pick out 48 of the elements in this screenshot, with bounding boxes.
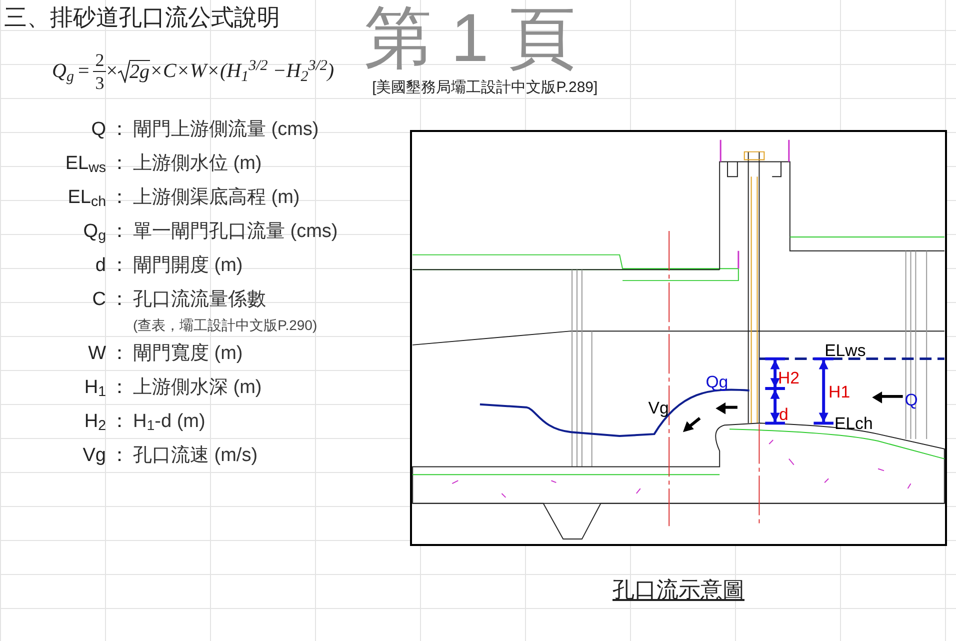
colon-mark: ： <box>109 342 130 366</box>
variable-symbol: H$_{1}$ <box>83 376 106 402</box>
variable-symbol: W <box>87 342 106 366</box>
variable-description: 單一閘門孔口流量 (cms) <box>133 220 338 244</box>
variable-description: 上游側渠底高程 (m) <box>133 186 300 210</box>
flow-label: Q <box>904 390 918 410</box>
variable-symbol: Q <box>90 118 106 142</box>
variable-description: H$_{1}$-d (m) <box>133 410 206 436</box>
variable-description: 上游側水位 (m) <box>133 152 262 176</box>
flow-arrow <box>716 402 738 414</box>
variable-description: 閘門寬度 (m) <box>133 342 243 366</box>
colon-mark: ： <box>109 410 130 434</box>
square-root-icon <box>118 59 130 83</box>
depth-label: H1 <box>828 382 850 402</box>
flow-arrow <box>872 391 903 404</box>
variable-symbol: d <box>94 254 106 278</box>
reference-note: [美國墾務局壩工設計中文版P.289] <box>372 78 598 98</box>
flow-label: Vg <box>648 398 669 418</box>
colon-mark: ： <box>109 186 130 210</box>
flow-arrow <box>682 417 701 432</box>
colon-mark: ： <box>109 444 130 468</box>
colon-mark: ： <box>109 220 130 244</box>
variable-description: 閘門上游側流量 (cms) <box>133 118 319 142</box>
variable-description: 上游側水深 (m) <box>133 376 262 400</box>
variable-description: 孔口流流量係數 <box>133 288 266 312</box>
flow-label: Qg <box>706 372 728 392</box>
variable-description: 閘門開度 (m) <box>133 254 243 278</box>
section-title: 三、排砂道孔口流公式說明 <box>3 4 281 32</box>
dimension-arrow <box>764 387 786 425</box>
depth-label: d <box>779 405 788 424</box>
variable-symbol: Vg <box>82 444 106 468</box>
variable-symbol: H$_{2}$ <box>83 410 106 436</box>
elevation-label: ELch <box>834 414 873 434</box>
colon-mark: ： <box>109 288 130 312</box>
colon-mark: ： <box>109 152 130 176</box>
page-number-label: 第 1 頁 <box>364 4 576 72</box>
definition-note: (查表，壩工設計中文版P.290) <box>133 316 318 335</box>
diagram-caption: 孔口流示意圖 <box>612 576 744 604</box>
colon-mark: ： <box>109 118 130 142</box>
variable-symbol: EL$_{ch}$ <box>66 186 106 212</box>
elevation-label: ELws <box>824 340 866 360</box>
variable-symbol: C <box>91 288 106 312</box>
colon-mark: ： <box>109 254 130 278</box>
variable-symbol: Q$_{g}$ <box>82 220 106 246</box>
variable-symbol: EL$_{ws}$ <box>64 152 106 178</box>
variable-description: 孔口流速 (m/s) <box>133 444 258 468</box>
colon-mark: ： <box>109 376 130 400</box>
depth-label: H2 <box>778 368 800 388</box>
